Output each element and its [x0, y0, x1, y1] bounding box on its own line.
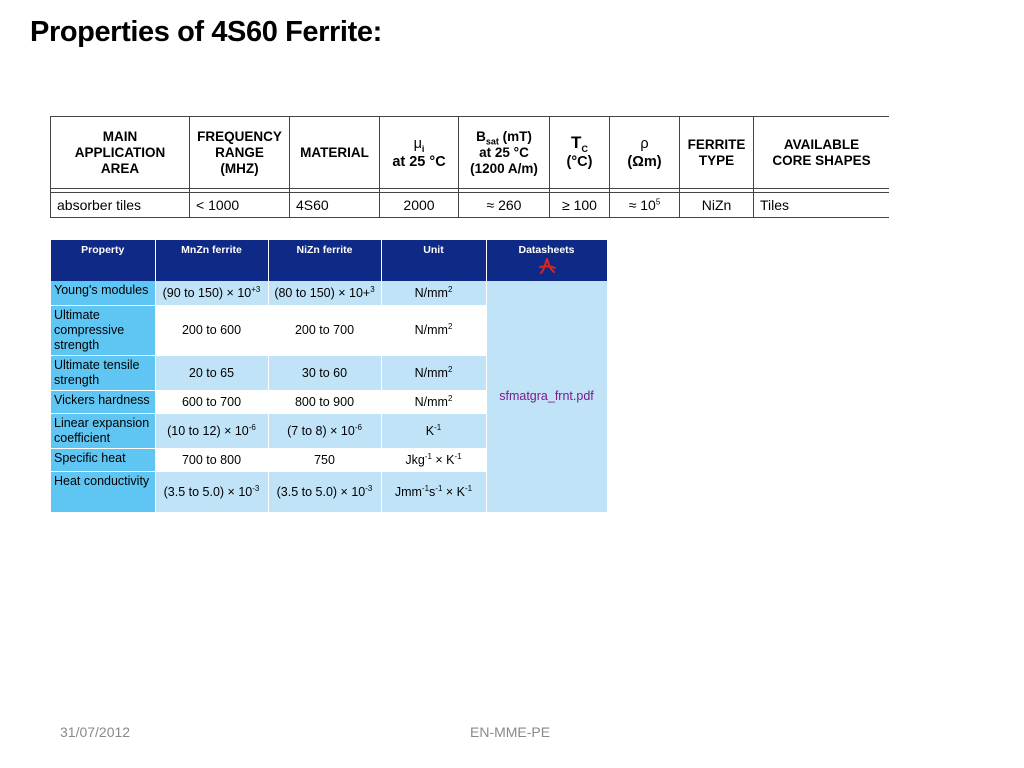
cell-rho: ≈ 105: [609, 192, 680, 218]
header-unit: Unit: [381, 240, 487, 281]
unit-value: Jkg-1 × K-1: [381, 448, 487, 472]
header-property: Property: [51, 240, 156, 281]
header-bsat: Bsat (mT) at 25 °C (1200 A/m): [458, 116, 550, 189]
nizn-value: 30 to 60: [268, 355, 382, 391]
unit-value: N/mm2: [381, 305, 487, 356]
cell-core-shapes: Tiles: [753, 192, 889, 218]
mnzn-value: (3.5 to 5.0) × 10-3: [155, 471, 269, 513]
footer-date: 31/07/2012: [60, 724, 131, 740]
unit-value: K-1: [381, 413, 487, 449]
header-tc: TC (°C): [549, 116, 610, 189]
property-name: Ultimate compressive strength: [51, 305, 156, 356]
nizn-value: (7 to 8) × 10-6: [268, 413, 382, 449]
nizn-value: 800 to 900: [268, 390, 382, 414]
mnzn-value: (90 to 150) × 10+3: [155, 281, 269, 306]
nizn-value: (3.5 to 5.0) × 10-3: [268, 471, 382, 513]
mnzn-value: 200 to 600: [155, 305, 269, 356]
cell-tc: ≥ 100: [549, 192, 610, 218]
properties-header-row: Property MnZn ferrite NiZn ferrite Unit …: [51, 240, 608, 281]
spec-data-row: absorber tiles < 1000 4S60 2000 ≈ 260 ≥ …: [50, 192, 889, 218]
header-available-core-shapes: AVAILABLE CORE SHAPES: [753, 116, 889, 189]
property-name: Young's modules: [51, 281, 156, 306]
table-row: Young's modules (90 to 150) × 10+3 (80 t…: [51, 281, 608, 513]
mnzn-value: 700 to 800: [155, 448, 269, 472]
cell-application: absorber tiles: [50, 192, 190, 218]
property-name: Linear expansion coefficient: [51, 413, 156, 449]
header-ferrite-type: FERRITE TYPE: [679, 116, 754, 189]
pdf-icon: [538, 258, 556, 274]
cell-frequency: < 1000: [189, 192, 290, 218]
header-mnzn-ferrite: MnZn ferrite: [155, 240, 269, 281]
unit-value: N/mm2: [381, 355, 487, 391]
header-frequency-range: FREQUENCY RANGE (MHZ): [189, 116, 290, 189]
cell-material: 4S60: [289, 192, 380, 218]
header-main-application-area: MAIN APPLICATION AREA: [50, 116, 190, 189]
property-name: Ultimate tensile strength: [51, 355, 156, 391]
unit-value: N/mm2: [381, 281, 487, 306]
cell-ferrite-type: NiZn: [679, 192, 754, 218]
nizn-value: 750: [268, 448, 382, 472]
unit-value: N/mm2: [381, 390, 487, 414]
header-datasheets: Datasheets: [486, 240, 608, 281]
nizn-value: (80 to 150) × 10+3: [268, 281, 382, 306]
mechanical-properties-table: Property MnZn ferrite NiZn ferrite Unit …: [51, 240, 608, 513]
slide-title: Properties of 4S60 Ferrite:: [30, 16, 382, 48]
mnzn-value: 20 to 65: [155, 355, 269, 391]
header-mu-i: μi at 25 °C: [379, 116, 459, 189]
nizn-value: 200 to 700: [268, 305, 382, 356]
spec-cutoff-row: [50, 217, 889, 218]
ferrite-spec-table: MAIN APPLICATION AREA FREQUENCY RANGE (M…: [50, 116, 889, 218]
property-name: Vickers hardness: [51, 390, 156, 414]
cell-bsat: ≈ 260: [458, 192, 550, 218]
footer-center-label: EN-MME-PE: [470, 724, 551, 740]
header-nizn-ferrite: NiZn ferrite: [268, 240, 382, 281]
ferrite-spec-table-container: MAIN APPLICATION AREA FREQUENCY RANGE (M…: [50, 116, 889, 218]
unit-value: Jmm-1s-1 × K-1: [381, 471, 487, 513]
spec-header-row: MAIN APPLICATION AREA FREQUENCY RANGE (M…: [50, 116, 889, 189]
datasheet-link[interactable]: sfmatgra_frnt.pdf: [486, 281, 608, 513]
header-rho: ρ (Ωm): [609, 116, 680, 189]
header-material: MATERIAL: [289, 116, 380, 189]
mnzn-value: 600 to 700: [155, 390, 269, 414]
property-name: Heat conductivity: [51, 471, 156, 513]
property-name: Specific heat: [51, 448, 156, 472]
mnzn-value: (10 to 12) × 10-6: [155, 413, 269, 449]
cell-mu-i: 2000: [379, 192, 459, 218]
